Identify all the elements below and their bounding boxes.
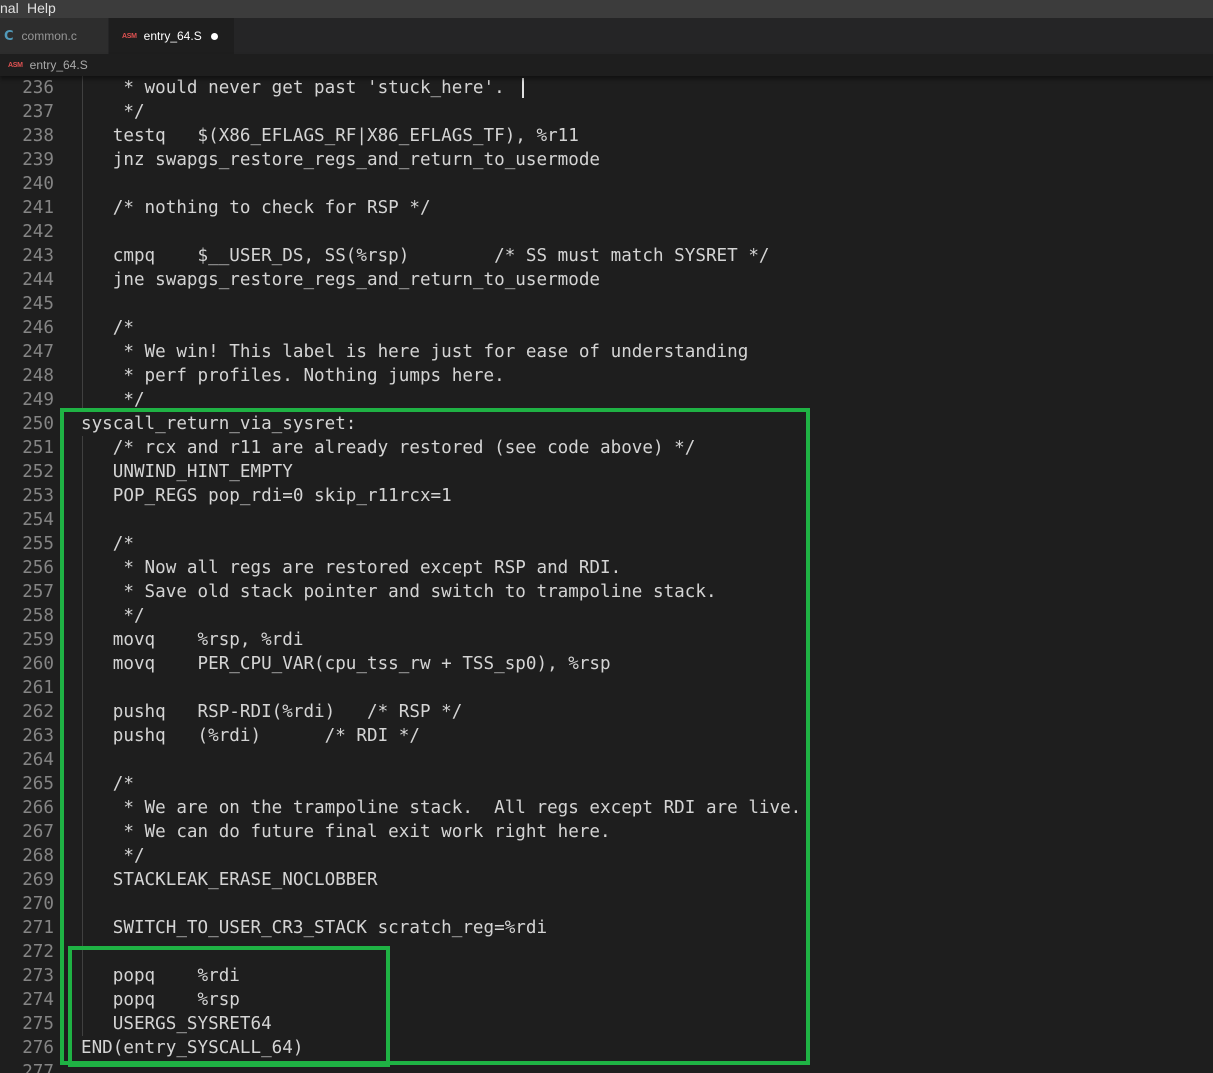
tab-bar: C common.c ASM entry_64.S xyxy=(0,18,1213,54)
code-text[interactable]: testq $(X86_EFLAGS_RF|X86_EFLAGS_TF), %r… xyxy=(81,124,579,148)
line-number: 260 xyxy=(22,654,54,674)
indent-guide xyxy=(82,76,83,412)
line-number: 275 xyxy=(22,1014,54,1034)
line-number: 255 xyxy=(22,534,54,554)
tab-entry-64-s[interactable]: ASM entry_64.S xyxy=(109,18,234,54)
code-text[interactable]: * would never get past 'stuck_here'. xyxy=(81,76,504,100)
line-number: 258 xyxy=(22,606,54,626)
code-line[interactable]: 248 * perf profiles. Nothing jumps here. xyxy=(0,364,1213,388)
line-number: 265 xyxy=(22,774,54,794)
code-text[interactable]: */ xyxy=(81,100,144,124)
menu-item-help[interactable]: Help xyxy=(27,0,56,16)
code-text[interactable]: * We win! This label is here just for ea… xyxy=(81,340,748,364)
asm-file-icon: ASM xyxy=(122,32,137,40)
line-number: 251 xyxy=(22,438,54,458)
line-number: 266 xyxy=(22,798,54,818)
line-number: 262 xyxy=(22,702,54,722)
code-line[interactable]: 243 cmpq $__USER_DS, SS(%rsp) /* SS must… xyxy=(0,244,1213,268)
code-text[interactable]: jnz swapgs_restore_regs_and_return_to_us… xyxy=(81,148,600,172)
code-text[interactable]: /* nothing to check for RSP */ xyxy=(81,196,431,220)
code-text[interactable]: jne swapgs_restore_regs_and_return_to_us… xyxy=(81,268,600,292)
line-number: 246 xyxy=(22,318,54,338)
line-number: 256 xyxy=(22,558,54,578)
line-number: 245 xyxy=(22,294,54,314)
line-number: 268 xyxy=(22,846,54,866)
line-number: 240 xyxy=(22,174,54,194)
code-line[interactable]: 242 xyxy=(0,220,1213,244)
line-number: 237 xyxy=(22,102,54,122)
text-cursor xyxy=(522,78,524,98)
menu-bar: nal Help xyxy=(0,0,1213,18)
code-line[interactable]: 246 /* xyxy=(0,316,1213,340)
line-number: 271 xyxy=(22,918,54,938)
asm-file-icon: ASM xyxy=(8,61,23,69)
code-line[interactable]: 239 jnz swapgs_restore_regs_and_return_t… xyxy=(0,148,1213,172)
line-number: 236 xyxy=(22,78,54,98)
code-text[interactable]: cmpq $__USER_DS, SS(%rsp) /* SS must mat… xyxy=(81,244,770,268)
c-file-icon: C xyxy=(4,28,14,44)
code-line[interactable]: 244 jne swapgs_restore_regs_and_return_t… xyxy=(0,268,1213,292)
code-line[interactable]: 240 xyxy=(0,172,1213,196)
line-number: 249 xyxy=(22,390,54,410)
unsaved-dot-icon[interactable] xyxy=(210,32,218,40)
tab-label: common.c xyxy=(21,29,77,43)
tab-label: entry_64.S xyxy=(143,29,202,43)
line-number: 270 xyxy=(22,894,54,914)
line-number: 248 xyxy=(22,366,54,386)
code-text[interactable]: * perf profiles. Nothing jumps here. xyxy=(81,364,504,388)
code-line[interactable]: 236 * would never get past 'stuck_here'. xyxy=(0,76,1213,100)
line-number: 264 xyxy=(22,750,54,770)
code-line[interactable]: 247 * We win! This label is here just fo… xyxy=(0,340,1213,364)
line-number: 250 xyxy=(22,414,54,434)
code-line[interactable]: 237 */ xyxy=(0,100,1213,124)
menu-item-terminal[interactable]: nal xyxy=(0,0,19,16)
code-line[interactable]: 238 testq $(X86_EFLAGS_RF|X86_EFLAGS_TF)… xyxy=(0,124,1213,148)
line-number: 244 xyxy=(22,270,54,290)
line-number: 261 xyxy=(22,678,54,698)
line-number: 253 xyxy=(22,486,54,506)
tab-common-c[interactable]: C common.c xyxy=(0,18,108,54)
line-number: 254 xyxy=(22,510,54,530)
line-number: 243 xyxy=(22,246,54,266)
line-number: 269 xyxy=(22,870,54,890)
line-number: 274 xyxy=(22,990,54,1010)
line-number: 239 xyxy=(22,150,54,170)
line-number: 247 xyxy=(22,342,54,362)
line-number: 277 xyxy=(22,1062,54,1073)
code-line[interactable]: 241 /* nothing to check for RSP */ xyxy=(0,196,1213,220)
line-number: 252 xyxy=(22,462,54,482)
line-number: 267 xyxy=(22,822,54,842)
breadcrumb-file[interactable]: entry_64.S xyxy=(30,58,88,72)
line-number: 272 xyxy=(22,942,54,962)
code-text[interactable]: /* xyxy=(81,316,134,340)
line-number: 238 xyxy=(22,126,54,146)
line-number: 257 xyxy=(22,582,54,602)
line-number: 276 xyxy=(22,1038,54,1058)
line-number: 263 xyxy=(22,726,54,746)
line-number: 273 xyxy=(22,966,54,986)
line-number: 259 xyxy=(22,630,54,650)
line-number: 241 xyxy=(22,198,54,218)
line-number: 242 xyxy=(22,222,54,242)
highlight-box-sysret-exit xyxy=(68,946,390,1067)
breadcrumb: ASM entry_64.S xyxy=(0,54,1213,76)
code-line[interactable]: 245 xyxy=(0,292,1213,316)
